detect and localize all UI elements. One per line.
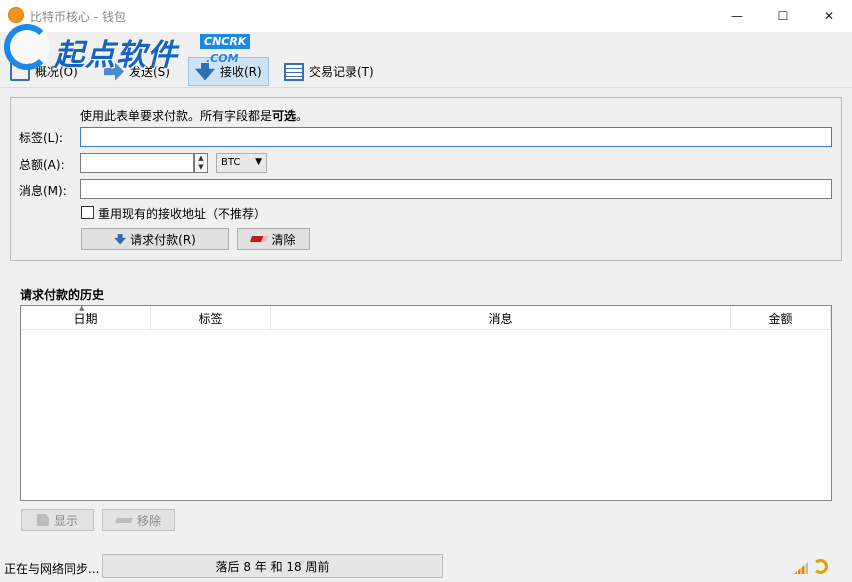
sync-icon[interactable] [813,559,828,574]
tab-transactions[interactable]: 交易记录(T) [278,57,380,86]
instruction-bold: 可选 [272,109,297,123]
column-header-message[interactable]: 消息 [271,306,731,330]
show-label: 显示 [53,513,78,528]
receive-icon [195,62,215,81]
eraser-icon [250,236,269,242]
tab-overview[interactable]: 概况(O) [4,57,84,86]
maximize-button[interactable]: ☐ [760,0,806,32]
home-icon [10,62,30,81]
message-input[interactable] [80,179,832,199]
close-button[interactable]: ✕ [806,0,852,32]
column-header-label[interactable]: 标签 [151,306,271,330]
payment-history-table[interactable]: ▲ 日期 标签 消息 金额 [20,304,832,501]
amount-input[interactable] [80,153,194,173]
bitcoin-app-icon [8,7,24,23]
history-title: 请求付款的历史 [20,288,105,302]
tab-transactions-label: 交易记录(T) [309,65,374,79]
sync-status-text: 正在与网络同步... [4,562,100,576]
clear-label: 清除 [271,232,296,247]
column-message-label: 消息 [488,311,513,326]
title-bar: 比特币核心 - 钱包 — ☐ ✕ [0,0,852,32]
window-title: 比特币核心 - 钱包 [30,10,126,24]
reuse-address-label[interactable]: 重用现有的接收地址（不推荐） [98,205,266,222]
unit-select-value: BTC [221,157,241,168]
sync-progress-text: 落后 8 年 和 18 周前 [215,559,330,574]
remove-label: 移除 [136,513,161,528]
request-payment-label: 请求付款(R) [130,232,196,247]
column-date-label: 日期 [73,311,98,326]
column-header-amount[interactable]: 金额 [731,306,831,330]
tab-receive[interactable]: 接收(R) [188,57,269,86]
clear-button[interactable]: 清除 [237,228,310,250]
main-toolbar: 概况(O) 发送(S) 接收(R) 交易记录(T) [0,56,852,88]
column-label-label: 标签 [198,311,223,326]
label-input[interactable] [80,127,832,147]
receive-icon [114,233,127,245]
reuse-address-checkbox[interactable] [81,206,94,219]
instruction-prefix: 使用此表单要求付款。所有字段都是 [80,109,273,123]
tab-overview-label: 概况(O) [35,65,78,79]
label-field-label: 标签(L): [19,131,64,145]
form-instruction: 使用此表单要求付款。所有字段都是可选。 [80,107,308,124]
amount-field-label: 总额(A): [19,158,65,172]
tab-send-label: 发送(S) [129,65,170,79]
remove-button[interactable]: 移除 [102,509,175,531]
watermark-badge: CNCRK [200,34,251,49]
sort-caret-icon: ▲ [79,304,85,312]
unit-select[interactable]: BTC ▼ [216,153,267,173]
show-button[interactable]: 显示 [21,509,94,531]
send-icon [104,62,124,81]
chevron-down-icon: ▼ [255,157,262,167]
amount-spinner[interactable]: ▲ ▼ [194,153,208,173]
column-header-date[interactable]: ▲ 日期 [21,304,151,330]
eraser-icon [115,517,133,523]
message-field-label: 消息(M): [19,184,67,198]
table-header: ▲ 日期 标签 消息 金额 [21,304,831,330]
tab-send[interactable]: 发送(S) [98,57,176,86]
column-amount-label: 金额 [768,311,793,326]
sync-progress-bar: 落后 8 年 和 18 周前 [102,554,443,578]
request-payment-button[interactable]: 请求付款(R) [81,228,229,250]
tab-receive-label: 接收(R) [220,65,262,79]
instruction-suffix: 。 [296,109,309,123]
document-icon [36,514,49,526]
minimize-button[interactable]: — [714,0,760,32]
history-list-icon [284,62,304,81]
